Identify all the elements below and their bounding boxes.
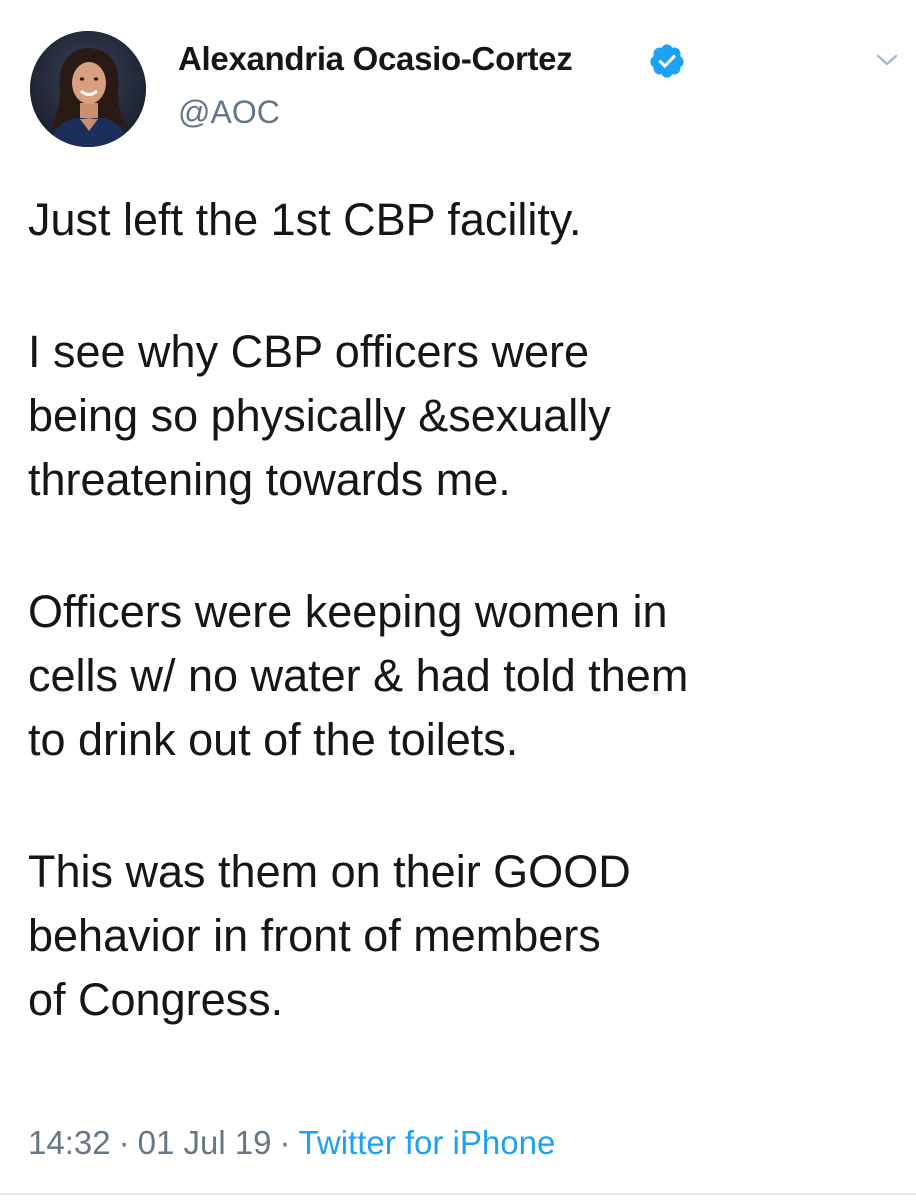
tweet-body: Just left the 1st CBP facility. I see wh… <box>28 188 898 1032</box>
meta-separator: · <box>279 1124 291 1161</box>
divider <box>0 1193 916 1195</box>
author-display-name[interactable]: Alexandria Ocasio-Cortez <box>178 40 573 78</box>
chevron-down-icon[interactable] <box>872 48 902 72</box>
tweet-paragraph: This was them on their GOOD behavior in … <box>28 846 631 1025</box>
avatar[interactable] <box>30 31 146 147</box>
tweet-time[interactable]: 14:32 <box>28 1124 111 1161</box>
meta-separator: · <box>118 1124 130 1161</box>
tweet-date[interactable]: 01 Jul 19 <box>138 1124 272 1161</box>
tweet-paragraph: I see why CBP officers were being so phy… <box>28 326 611 505</box>
tweet-paragraph: Just left the 1st CBP facility. <box>28 194 582 245</box>
tweet-meta: 14:32 · 01 Jul 19 · Twitter for iPhone <box>28 1124 555 1162</box>
tweet-paragraph: Officers were keeping women in cells w/ … <box>28 586 689 765</box>
verified-badge-icon <box>648 42 686 80</box>
tweet-card: Alexandria Ocasio-Cortez @AOC Just left … <box>0 0 916 1200</box>
tweet-source-link[interactable]: Twitter for iPhone <box>299 1124 556 1161</box>
author-handle[interactable]: @AOC <box>178 94 280 131</box>
profile-photo-icon <box>30 31 146 147</box>
